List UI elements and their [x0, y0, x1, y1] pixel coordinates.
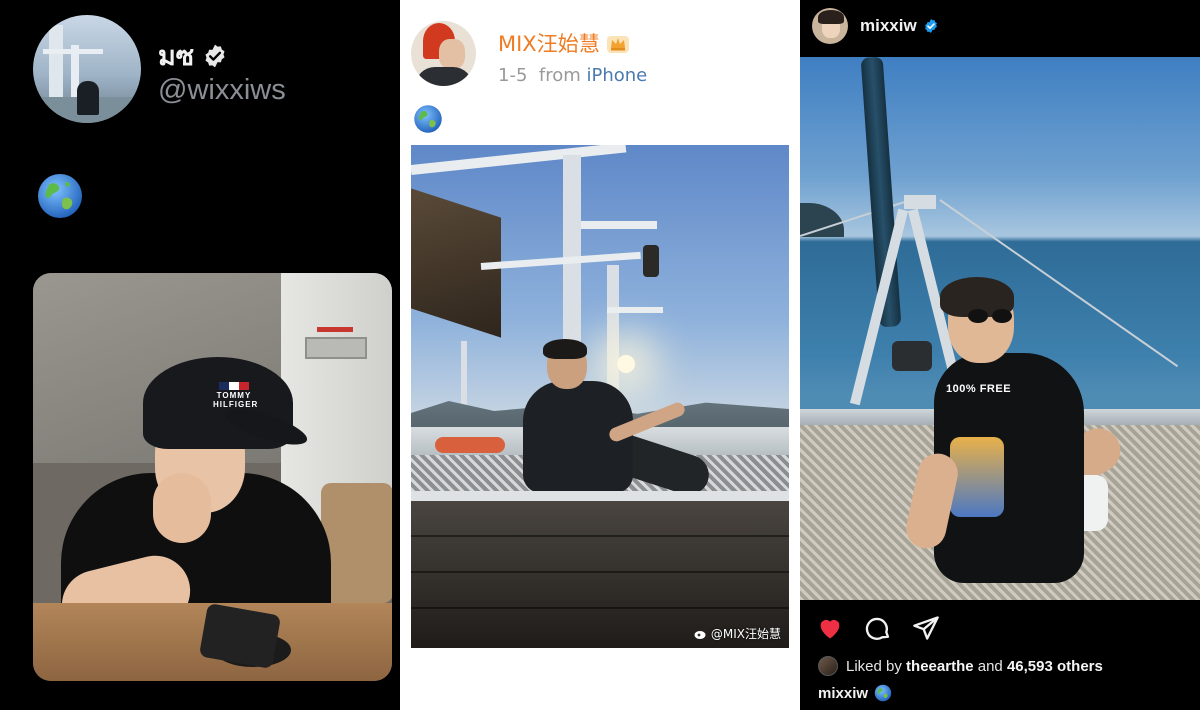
post-actions: [816, 614, 940, 642]
liked-by-others[interactable]: 46,593 others: [1007, 658, 1103, 675]
globe-icon: [414, 105, 442, 133]
weibo-logo-icon: [694, 630, 706, 639]
caption-username[interactable]: mixxiw: [818, 685, 868, 702]
display-name[interactable]: มซ: [158, 34, 194, 77]
watermark-text: @MIX汪始慧: [710, 627, 781, 641]
liked-by-user[interactable]: theearthe: [906, 658, 974, 675]
post-photo[interactable]: 100% FREE: [800, 57, 1200, 600]
profile-avatar[interactable]: [411, 21, 476, 86]
twitter-post-panel: มซ @wixxiws TOMMY HILFIGER: [0, 0, 400, 710]
user-handle[interactable]: @wixxiws: [158, 74, 286, 107]
post-photo[interactable]: @MIX汪始慧: [411, 145, 789, 648]
username-row: MIX汪始慧: [498, 28, 630, 58]
from-label: from: [538, 65, 581, 86]
device-link[interactable]: iPhone: [586, 65, 647, 86]
verified-badge-icon: [924, 19, 937, 33]
weibo-post-panel: MIX汪始慧 1-5 from iPhone @MIX汪始慧: [400, 0, 800, 710]
post-time: 1-5: [498, 65, 528, 86]
liked-by-label: Liked by: [846, 657, 902, 675]
post-caption: mixxiw: [818, 684, 892, 702]
username[interactable]: MIX汪始慧: [498, 28, 600, 58]
globe-icon: [38, 174, 82, 218]
weibo-watermark: @MIX汪始慧: [694, 625, 781, 642]
verified-badge-icon: [205, 44, 225, 67]
profile-avatar[interactable]: [812, 8, 848, 44]
likes-summary: Liked by theearthe and 46,593 others: [818, 656, 1103, 676]
username[interactable]: mixxiw: [860, 16, 917, 36]
liked-by-connector: and: [977, 657, 1003, 675]
liker-avatar[interactable]: [818, 656, 838, 676]
username-row: mixxiw: [860, 16, 939, 36]
post-photo[interactable]: TOMMY HILFIGER: [33, 273, 392, 681]
comment-icon[interactable]: [864, 614, 892, 642]
cap-logo: TOMMY HILFIGER: [213, 381, 257, 409]
post-meta: 1-5 from iPhone: [498, 65, 647, 86]
instagram-post-panel: mixxiw 100% FREE Liked by theearthe and …: [800, 0, 1200, 710]
globe-icon: [874, 684, 892, 702]
like-heart-icon[interactable]: [816, 614, 844, 642]
profile-avatar[interactable]: [33, 15, 141, 123]
author-name-row: มซ: [158, 34, 228, 77]
shirt-text: 100% FREE: [946, 383, 1012, 395]
vip-crown-icon: [606, 36, 629, 53]
share-icon[interactable]: [912, 614, 940, 642]
